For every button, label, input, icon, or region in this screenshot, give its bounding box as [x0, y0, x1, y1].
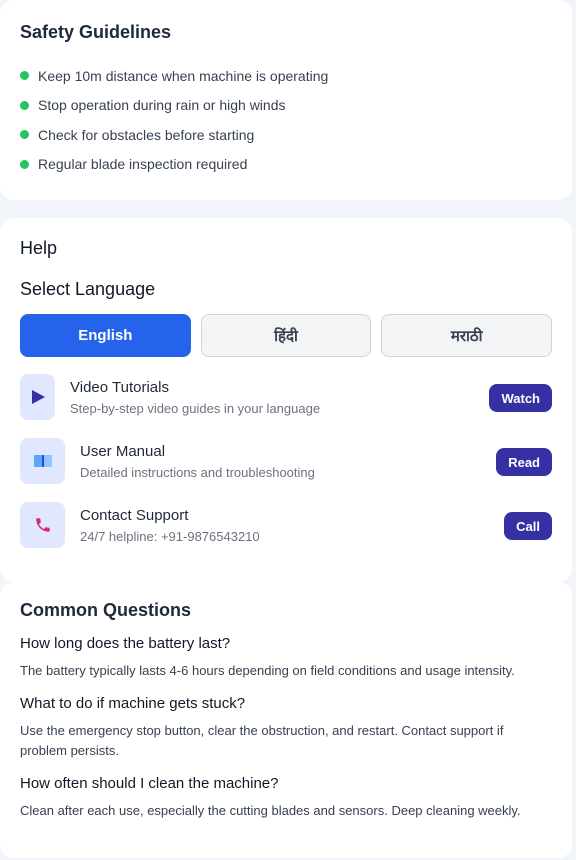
read-button[interactable]: Read [496, 448, 552, 476]
help-item-desc: 24/7 helpline: +91-9876543210 [80, 528, 260, 544]
select-language-title: Select Language [20, 279, 156, 299]
call-button[interactable]: Call [504, 512, 552, 540]
help-item-desc: Step-by-step video guides in your langua… [70, 400, 321, 416]
phone-icon [20, 502, 65, 548]
green-dot-icon [20, 71, 29, 81]
help-item-name: Video Tutorials [70, 378, 169, 396]
faq-answer: Clean after each use, especially the cut… [20, 803, 521, 818]
safety-list: Keep 10m distance when machine is operat… [20, 61, 552, 179]
safety-title: Safety Guidelines [20, 22, 172, 42]
faq-answer: The battery typically lasts 4-6 hours de… [20, 663, 515, 678]
play-icon [20, 374, 55, 420]
safety-item: Keep 10m distance when machine is operat… [20, 61, 552, 91]
help-item-video-tutorials: Video Tutorials Step-by-step video guide… [20, 373, 552, 421]
language-button-hindi[interactable]: हिंदी [200, 314, 372, 357]
green-dot-icon [20, 100, 29, 110]
help-item-name: User Manual [80, 442, 166, 460]
green-dot-icon [20, 130, 29, 140]
safety-item-text: Stop operation during rain or high winds [38, 97, 286, 114]
faq-question: What to do if machine gets stuck? [20, 695, 246, 712]
safety-item: Regular blade inspection required [20, 150, 552, 180]
help-item-name: Contact Support [80, 506, 189, 524]
safety-guidelines-card: Safety Guidelines Keep 10m distance when… [0, 0, 572, 200]
faq-question: How long does the battery last? [20, 635, 231, 652]
book-icon [20, 438, 65, 484]
help-item-contact-support: Contact Support 24/7 helpline: +91-98765… [20, 501, 552, 549]
watch-button[interactable]: Watch [489, 384, 552, 412]
faq-title: Common Questions [20, 600, 192, 620]
safety-item-text: Check for obstacles before starting [38, 126, 255, 143]
faq-question: How often should I clean the machine? [20, 775, 279, 792]
safety-item-text: Keep 10m distance when machine is operat… [38, 67, 329, 84]
help-card: Help Select Language English हिंदी मराठी… [0, 218, 572, 582]
language-selector: English हिंदी मराठी [20, 314, 553, 357]
safety-item: Stop operation during rain or high winds [20, 91, 552, 121]
help-item-user-manual: User Manual Detailed instructions and tr… [20, 437, 552, 485]
language-button-marathi[interactable]: मराठी [381, 314, 553, 357]
safety-item: Check for obstacles before starting [20, 120, 552, 150]
faq-list: How long does the battery last? The batt… [20, 635, 552, 821]
faq-answer: Use the emergency stop button, clear the… [20, 723, 504, 758]
green-dot-icon [20, 159, 29, 169]
safety-item-text: Regular blade inspection required [38, 156, 248, 173]
common-questions-card: Common Questions How long does the batte… [0, 582, 572, 858]
language-button-english[interactable]: English [20, 314, 191, 357]
help-title: Help [20, 238, 58, 258]
help-item-desc: Detailed instructions and troubleshootin… [80, 464, 315, 480]
